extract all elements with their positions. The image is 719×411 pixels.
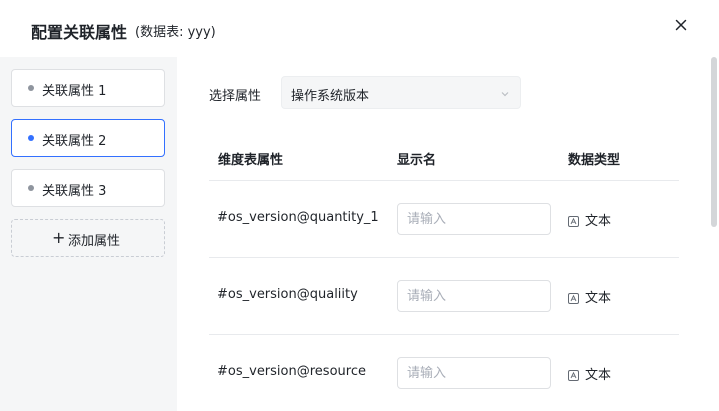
column-header-dimension-attr: 维度表属性 bbox=[218, 153, 284, 168]
config-dialog: 配置关联属性 (数据表: yyy) 关联属性 1 关联属性 2 关联属性 3 +… bbox=[0, 0, 719, 411]
attribute-select-value: 操作系统版本 bbox=[291, 89, 370, 104]
add-attribute-button[interactable]: + 添加属性 bbox=[11, 219, 165, 257]
text-type-icon bbox=[568, 216, 579, 227]
plus-icon: + bbox=[52, 228, 66, 247]
data-type-label: 文本 bbox=[585, 214, 612, 229]
data-type-label: 文本 bbox=[585, 368, 612, 383]
display-name-input[interactable] bbox=[397, 280, 551, 312]
close-icon bbox=[675, 19, 687, 31]
dialog-title: 配置关联属性 bbox=[31, 23, 128, 42]
close-button[interactable] bbox=[670, 14, 692, 36]
text-type-icon bbox=[568, 370, 579, 381]
column-header-display-name: 显示名 bbox=[397, 153, 437, 168]
sidebar-item-attr-3[interactable]: 关联属性 3 bbox=[11, 169, 165, 207]
vertical-scrollbar[interactable] bbox=[711, 57, 717, 227]
sidebar-item-label: 关联属性 1 bbox=[42, 84, 107, 99]
status-dot-icon bbox=[28, 135, 34, 141]
status-dot-icon bbox=[28, 85, 34, 91]
sidebar-item-label: 关联属性 2 bbox=[42, 134, 107, 149]
row-attribute-name: #os_version@qualiity bbox=[217, 287, 358, 302]
select-attribute-label: 选择属性 bbox=[209, 89, 262, 104]
attribute-sidebar: 关联属性 1 关联属性 2 关联属性 3 + 添加属性 bbox=[0, 57, 177, 411]
display-name-input[interactable] bbox=[397, 203, 551, 235]
attribute-config-panel: 选择属性 操作系统版本 维度表属性 显示名 数据类型 #os_version@q… bbox=[177, 57, 719, 411]
chevron-down-icon bbox=[501, 92, 509, 97]
attribute-select[interactable]: 操作系统版本 bbox=[281, 76, 521, 109]
table-divider bbox=[209, 334, 679, 335]
data-type-cell: 文本 bbox=[568, 210, 611, 229]
table-divider bbox=[209, 180, 679, 181]
display-name-input[interactable] bbox=[397, 357, 551, 389]
data-type-label: 文本 bbox=[585, 291, 612, 306]
text-type-icon bbox=[568, 293, 579, 304]
dialog-header: 配置关联属性 (数据表: yyy) bbox=[0, 0, 719, 57]
column-header-data-type: 数据类型 bbox=[568, 153, 621, 168]
dialog-subtitle: (数据表: yyy) bbox=[135, 25, 216, 40]
row-attribute-name: #os_version@resource bbox=[217, 364, 366, 379]
table-divider bbox=[209, 257, 679, 258]
data-type-cell: 文本 bbox=[568, 364, 611, 383]
sidebar-item-attr-1[interactable]: 关联属性 1 bbox=[11, 69, 165, 107]
data-type-cell: 文本 bbox=[568, 287, 611, 306]
status-dot-icon bbox=[28, 185, 34, 191]
sidebar-item-label: 关联属性 3 bbox=[42, 184, 107, 199]
row-attribute-name: #os_version@quantity_1 bbox=[217, 210, 379, 225]
sidebar-item-attr-2[interactable]: 关联属性 2 bbox=[11, 119, 165, 157]
add-attribute-label: 添加属性 bbox=[68, 234, 121, 249]
